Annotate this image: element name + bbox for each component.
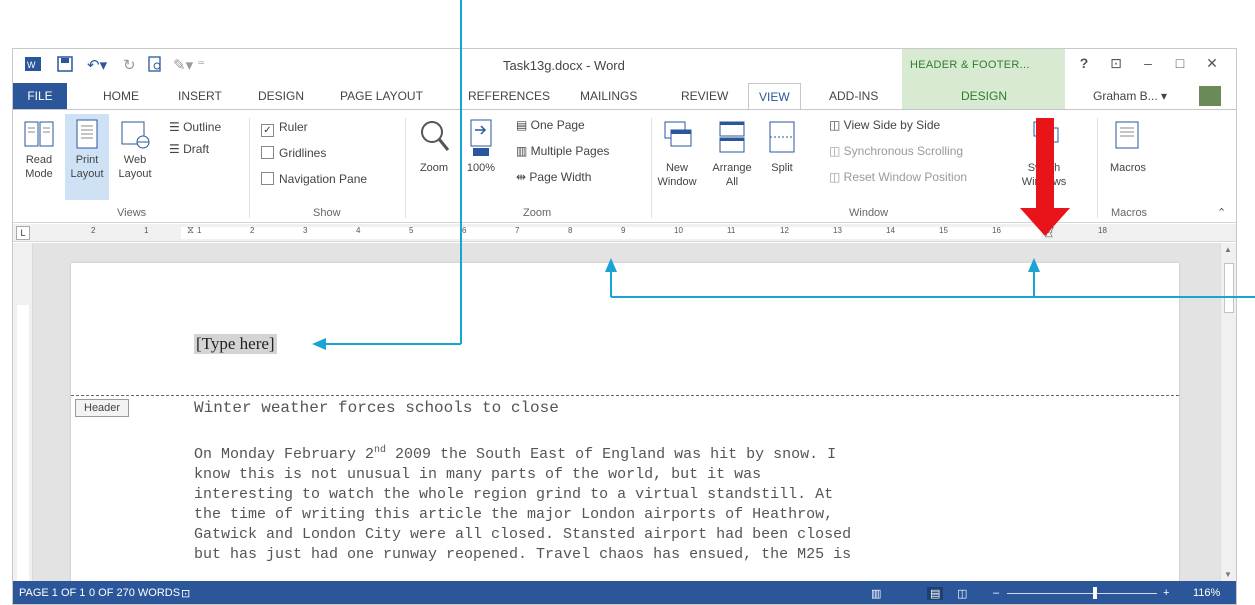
- red-arrow-head: [1020, 208, 1070, 236]
- annotation-overlay: [312, 0, 1255, 350]
- red-arrow-shaft: [1036, 118, 1054, 210]
- annotation-arrowhead: [1028, 258, 1040, 272]
- annotation-arrowhead: [605, 258, 617, 272]
- annotation-arrowhead: [312, 338, 326, 350]
